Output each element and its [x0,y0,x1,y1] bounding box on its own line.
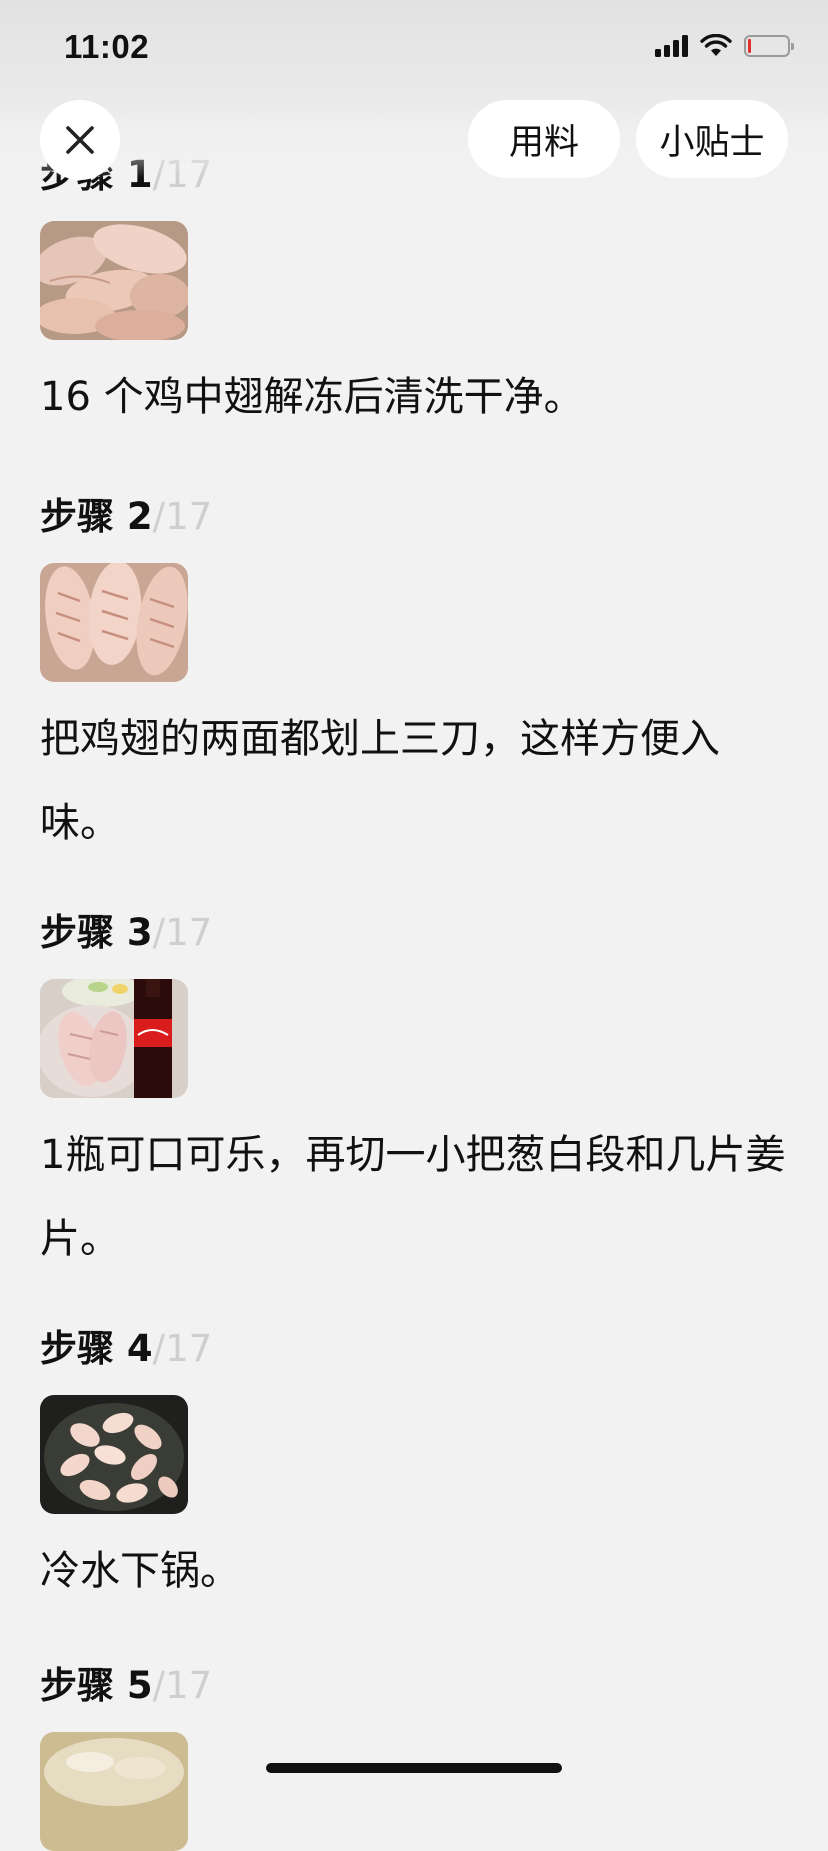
step-item: 步骤 4/17 [40,1324,212,1374]
status-icons [655,34,794,58]
step-total: /17 [152,495,213,538]
step-total: /17 [152,1327,213,1370]
step-item: 步骤 5/17 [40,1661,212,1711]
ingredients-button[interactable]: 用料 [468,100,620,178]
cellular-signal-icon [655,35,688,57]
step-description: 把鸡翅的两面都划上三刀，这样方便入味。 [40,716,720,846]
status-bar: 11:02 [0,0,828,100]
close-button[interactable] [40,100,120,180]
step-title: 步骤 5/17 [40,1664,213,1707]
step-total: /17 [152,911,213,954]
step-description: 16 个鸡中翅解冻后清洗干净。 [40,374,584,420]
ingredients-label: 用料 [508,122,579,163]
home-indicator[interactable] [266,1763,562,1773]
step-title: 步骤 2/17 [40,495,213,538]
step-title: 步骤 4/17 [40,1327,213,1370]
step-image[interactable] [40,1395,188,1514]
step-item: 步骤 2/17 [40,492,212,542]
battery-icon [744,35,794,57]
step-description: 冷水下锅。 [40,1548,240,1594]
wifi-icon [700,34,732,56]
step-title: 步骤 3/17 [40,911,213,954]
status-time: 11:02 [64,28,150,65]
step-total: /17 [152,1664,213,1707]
step-image[interactable] [40,979,188,1098]
close-icon [66,126,94,154]
tips-button[interactable]: 小贴士 [636,100,788,178]
step-image[interactable] [40,563,188,682]
tips-label: 小贴士 [659,122,765,163]
step-item: 步骤 3/17 [40,908,212,958]
step-description: 1瓶可口可乐，再切一小把葱白段和几片姜片。 [40,1132,786,1262]
step-image[interactable] [40,221,188,340]
